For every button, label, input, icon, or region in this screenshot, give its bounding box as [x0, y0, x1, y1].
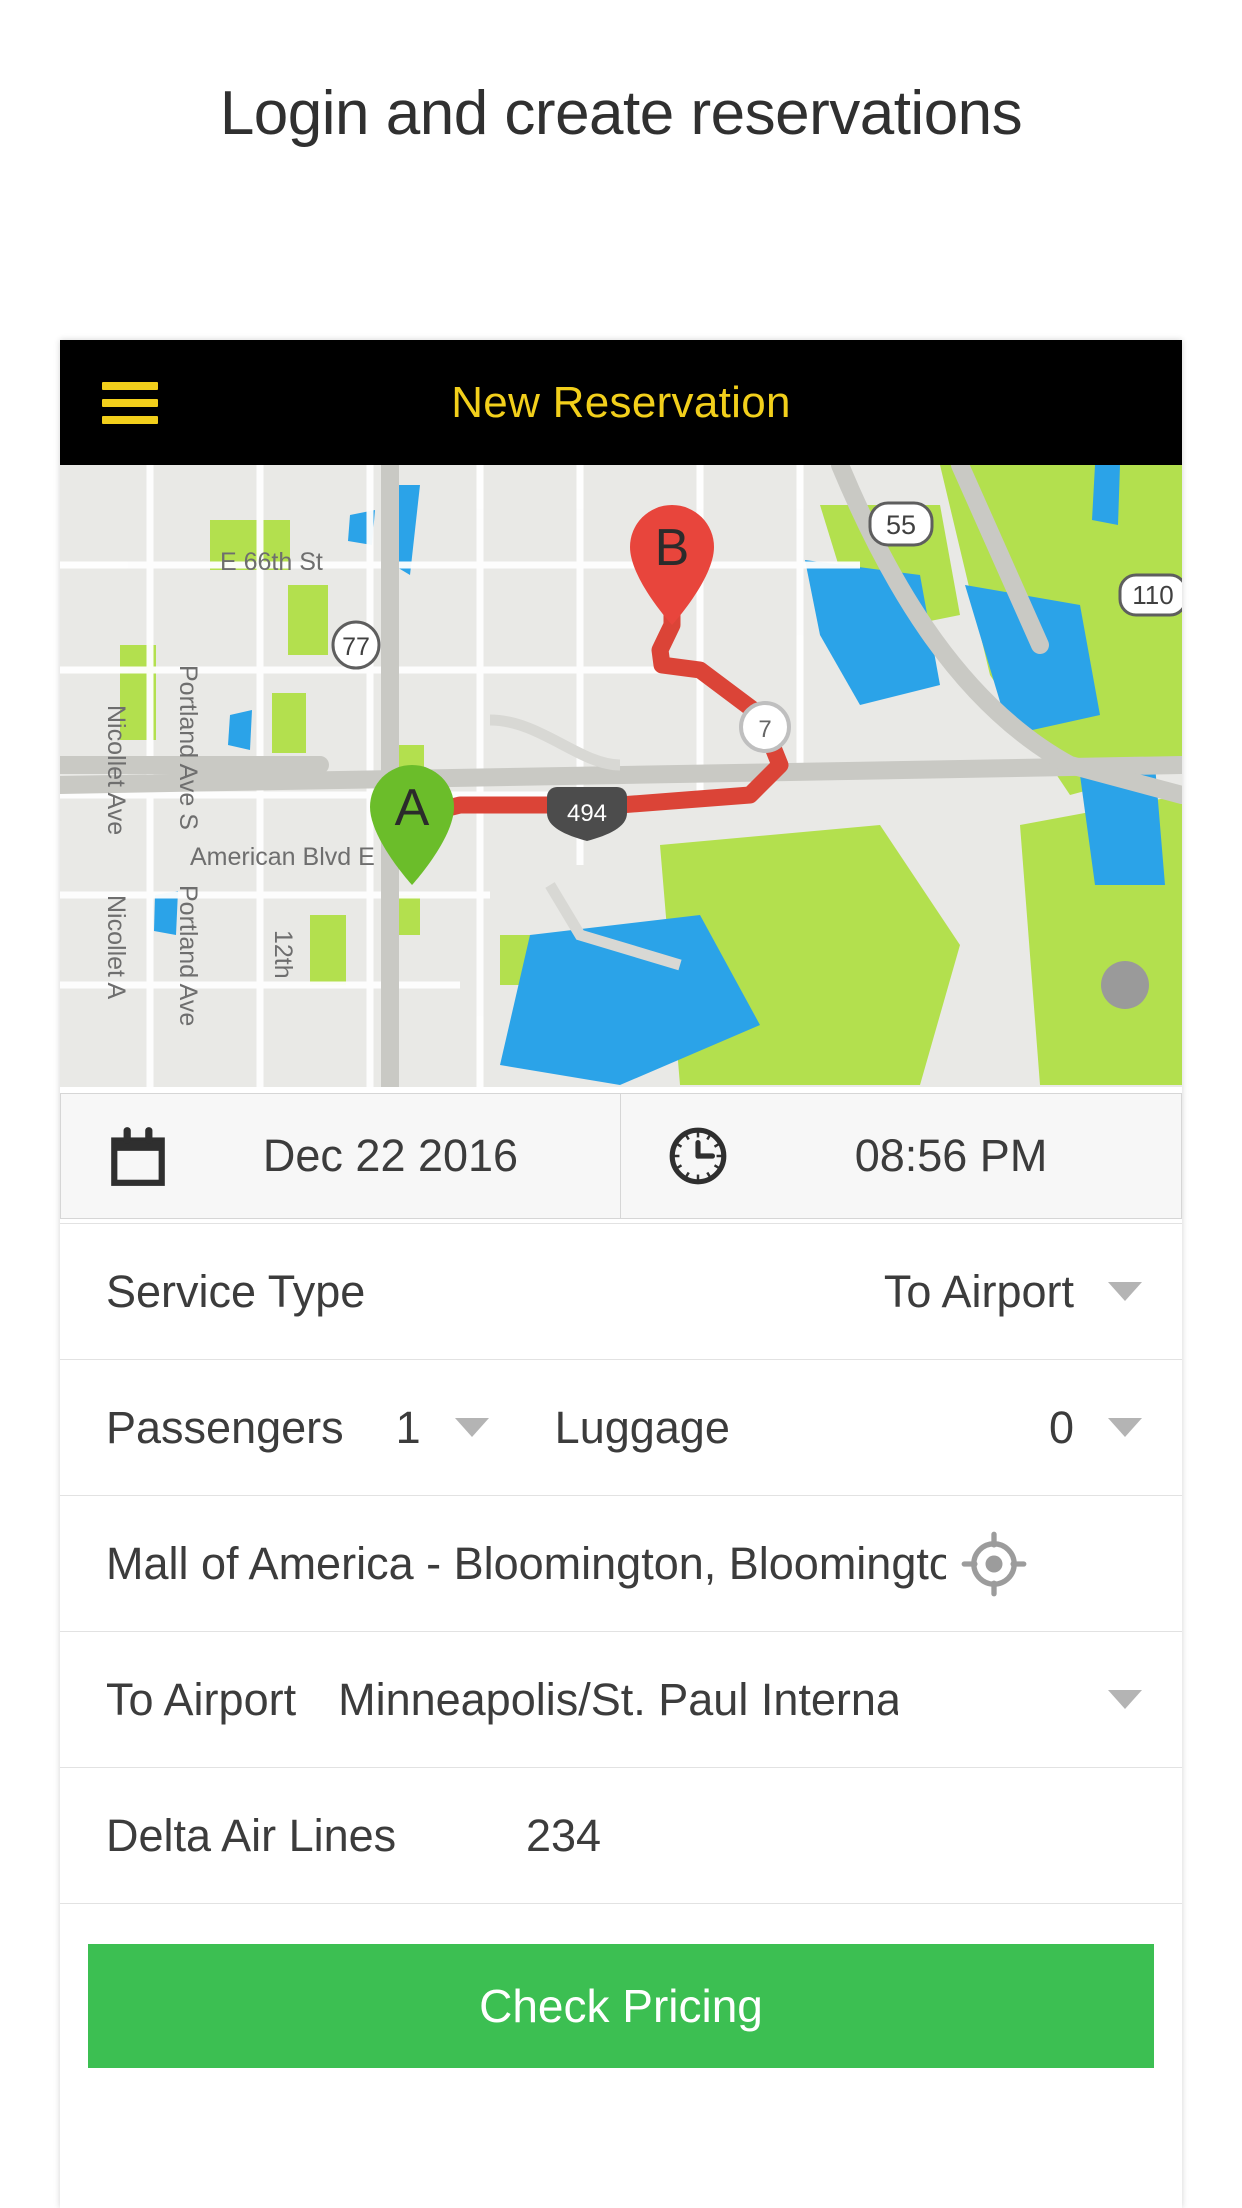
map-label: 12th [269, 930, 297, 979]
app-bar-title: New Reservation [451, 377, 791, 427]
luggage-value[interactable]: 0 [1049, 1402, 1074, 1454]
route-map[interactable]: 7 B A E 66th St Nicollet Ave Portland Av… [60, 465, 1182, 1087]
chevron-down-icon[interactable] [1108, 1418, 1142, 1437]
map-canvas: 7 B A E 66th St Nicollet Ave Portland Av… [60, 465, 1182, 1087]
gps-crosshair-icon[interactable] [960, 1530, 1028, 1598]
hamburger-bar [102, 415, 158, 424]
passengers-luggage-row: Passengers 1 Luggage 0 [60, 1359, 1182, 1495]
map-shield: 110 [1118, 573, 1182, 617]
svg-text:B: B [655, 519, 690, 577]
page-title: Login and create reservations [219, 79, 1023, 148]
check-pricing-button[interactable]: Check Pricing [88, 1944, 1154, 2068]
airport-row[interactable]: To Airport Minneapolis/St. Paul Interna [60, 1631, 1182, 1767]
chevron-down-icon[interactable] [1108, 1282, 1142, 1301]
service-type-row[interactable]: Service Type To Airport [60, 1223, 1182, 1359]
time-value: 08:56 PM [854, 1130, 1048, 1181]
pickup-location-row[interactable]: Mall of America - Bloomington, Bloomingt… [60, 1495, 1182, 1631]
service-type-label: Service Type [106, 1265, 366, 1317]
map-poi-dot [1101, 961, 1149, 1009]
phone-screen: New Reservation 7 B A E 66th St Nicollet… [60, 340, 1182, 2208]
flight-number[interactable]: 234 [526, 1810, 601, 1862]
screenshot-root: Login and create reservations New Reserv… [0, 0, 1242, 2208]
map-label: E 66th St [220, 548, 323, 576]
date-picker[interactable]: Dec 22 2016 [60, 1093, 621, 1219]
map-label: Portland Ave [174, 885, 202, 1026]
airline-row[interactable]: Delta Air Lines 234 [60, 1767, 1182, 1903]
pickup-location-value[interactable]: Mall of America - Bloomington, Bloomingt… [106, 1538, 946, 1590]
map-label: Nicollet A [102, 895, 130, 1000]
chevron-down-icon[interactable] [454, 1418, 489, 1437]
map-label: Portland Ave S [174, 665, 202, 830]
calendar-icon [111, 1127, 165, 1186]
svg-text:7: 7 [758, 716, 771, 743]
passengers-label: Passengers [106, 1401, 344, 1453]
date-value: Dec 22 2016 [262, 1130, 519, 1181]
airport-value: Minneapolis/St. Paul Interna [338, 1673, 899, 1725]
luggage-label: Luggage [554, 1401, 730, 1453]
map-shield: 77 [331, 620, 381, 670]
airline-name[interactable]: Delta Air Lines [106, 1810, 526, 1862]
cta-container: Check Pricing [60, 1903, 1182, 2068]
app-bar: New Reservation [60, 340, 1182, 465]
reservation-form: Service Type To Airport Passengers 1 Lug… [60, 1223, 1182, 2068]
svg-text:55: 55 [886, 510, 916, 540]
hamburger-menu-icon[interactable] [102, 381, 158, 424]
datetime-row: Dec 22 2016 08:56 PM [60, 1087, 1182, 1223]
service-type-value: To Airport [883, 1265, 1074, 1317]
map-shield: 55 [868, 501, 934, 547]
time-picker[interactable]: 08:56 PM [621, 1093, 1182, 1219]
svg-text:494: 494 [567, 800, 607, 827]
hamburger-bar [102, 398, 158, 407]
airport-label: To Airport [106, 1673, 297, 1725]
map-label: American Blvd E [190, 843, 375, 871]
passengers-value[interactable]: 1 [396, 1402, 421, 1454]
svg-text:110: 110 [1132, 580, 1173, 610]
map-label: Nicollet Ave [102, 705, 130, 835]
svg-text:77: 77 [342, 633, 370, 661]
clock-icon [669, 1127, 727, 1185]
hamburger-bar [102, 381, 158, 390]
svg-text:A: A [395, 779, 430, 837]
chevron-down-icon[interactable] [1108, 1690, 1142, 1709]
